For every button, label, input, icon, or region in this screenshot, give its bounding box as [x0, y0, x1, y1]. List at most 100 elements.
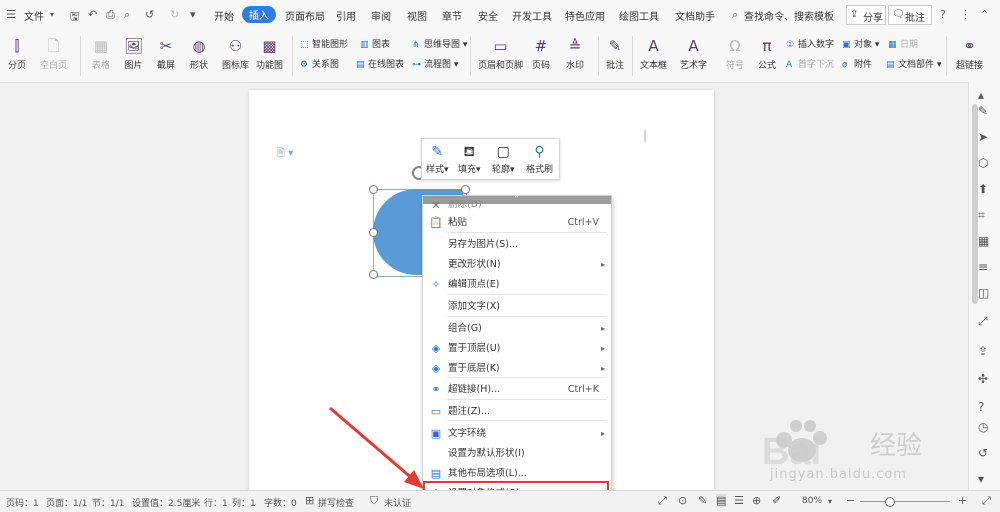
status-pages[interactable]: 页面：1/1	[46, 496, 88, 509]
ribbon-button-5[interactable]: ◍ 形状	[190, 34, 208, 71]
status-row[interactable]: 行：1	[204, 496, 228, 509]
hamburger-icon[interactable]: ☰	[6, 8, 16, 21]
upload-icon[interactable]: ⇪	[978, 344, 988, 358]
smart-shape-button[interactable]: ⬚ 智能图形	[300, 37, 348, 50]
clock-icon[interactable]: ◷	[978, 420, 988, 434]
status-setting[interactable]: 设置值：2.5厘米	[132, 496, 200, 509]
menu-tab-5[interactable]: 视图	[407, 8, 427, 23]
comment-button[interactable]: 🗨 批注	[888, 5, 932, 25]
flowchart-button[interactable]: ⊶ 流程图 ▾	[412, 57, 458, 70]
zoom-out-icon[interactable]: −	[846, 494, 855, 507]
share-button[interactable]: ⇪ 分享	[846, 5, 886, 25]
menu-tab-7[interactable]: 安全	[478, 8, 498, 23]
resize-handle[interactable]	[369, 228, 378, 237]
menu-item-9[interactable]: ▭ 题注(Z)...	[423, 402, 611, 422]
date-button[interactable]: ▦ 日期	[888, 37, 918, 50]
status-spellcheck[interactable]: 拼写检查	[318, 496, 354, 509]
ribbon-button-11[interactable]: ✎ 批注	[606, 34, 624, 71]
ribbon-button-16[interactable]: ⚭ 超链接	[956, 34, 983, 71]
zoom-in-icon[interactable]: +	[958, 494, 967, 507]
ribbon-button-14[interactable]: Ω 符号	[726, 34, 744, 71]
zoom-level[interactable]: 80%	[802, 496, 822, 506]
zoom-slider-track[interactable]	[860, 501, 950, 502]
crop-icon[interactable]: ⌗	[978, 208, 985, 223]
print-icon[interactable]: ⎙	[106, 8, 115, 22]
select-icon[interactable]: ⬆	[978, 182, 988, 196]
chart-button[interactable]: ▥ 图表	[360, 37, 390, 50]
file-menu[interactable]: 文件	[24, 8, 44, 23]
protect-eye-icon[interactable]: ✎	[698, 494, 707, 507]
menu-tab-2[interactable]: 页面布局	[285, 8, 325, 23]
help-circle-icon[interactable]: ?	[978, 400, 984, 414]
attachment-button[interactable]: ⌀ 附件	[842, 57, 872, 70]
ribbon-button-4[interactable]: ✂ 截屏	[157, 34, 175, 71]
resize-handle[interactable]	[369, 270, 378, 279]
collapse-icon[interactable]: ⌃	[980, 8, 989, 21]
adjust-icon[interactable]: ≡	[978, 260, 988, 274]
save-icon[interactable]: 🖫	[70, 8, 79, 27]
more-icon[interactable]: ▾	[190, 8, 196, 21]
preview-icon[interactable]: ⌕	[124, 8, 130, 22]
ribbon-button-12[interactable]: A 文本框	[640, 34, 667, 71]
history-icon[interactable]: ↺	[978, 446, 988, 460]
menu-item-5[interactable]: 组合(G) ▸	[423, 319, 611, 339]
ribbon-button-6[interactable]: ⚇ 图标库	[222, 34, 249, 71]
menu-item-delete[interactable]: ✕ 删除(D)	[423, 200, 611, 210]
focus-mode-icon[interactable]: ⊙	[678, 494, 687, 507]
menu-tab-3[interactable]: 引用	[336, 8, 356, 23]
resize-handle[interactable]	[461, 185, 470, 194]
ribbon-button-0[interactable]: ⫿ 分页	[8, 34, 26, 71]
ribbon-button-1[interactable]: 🗋 空白页	[40, 34, 67, 71]
menu-item-3[interactable]: ✧ 编辑顶点(E)	[423, 275, 611, 295]
outline-button[interactable]: ▢ 轮廓▾	[492, 142, 515, 175]
paragraph-icon[interactable]: 🗎 ▾	[277, 146, 293, 163]
web-view-icon[interactable]: ⊕	[752, 494, 761, 507]
redo-arrow-icon[interactable]: ↻	[170, 8, 179, 21]
grid-icon[interactable]: ▦	[978, 234, 989, 248]
menu-tab-6[interactable]: 章节	[442, 8, 462, 23]
fill-button[interactable]: ⛾ 填充▾	[458, 142, 481, 175]
ribbon-button-13[interactable]: A 艺术字	[680, 34, 707, 71]
menu-item-11[interactable]: 设置为默认形状(I)	[423, 444, 611, 464]
menu-tab-1[interactable]: 插入	[242, 6, 276, 23]
zoom-dropdown-icon[interactable]: ▾	[828, 497, 832, 506]
status-auth[interactable]: 未认证	[384, 496, 411, 509]
shapes-icon[interactable]: ⬡	[978, 156, 988, 170]
menu-tab-10[interactable]: 绘图工具	[619, 8, 659, 23]
scroll-up-icon[interactable]: ▴	[978, 88, 984, 102]
fullscreen-icon[interactable]: ⤢	[658, 494, 667, 508]
style-button[interactable]: ✎ 样式▾	[426, 142, 449, 175]
tools-icon[interactable]: ✣	[978, 372, 988, 386]
menu-tab-8[interactable]: 开发工具	[512, 8, 552, 23]
menu-tab-4[interactable]: 审阅	[371, 8, 391, 23]
status-words[interactable]: 字数：0	[264, 496, 297, 509]
status-section[interactable]: 节：1/1	[92, 496, 125, 509]
pen-icon[interactable]: ✎	[978, 104, 988, 118]
menu-item-1[interactable]: 另存为图片(S)...	[423, 235, 611, 255]
relation-button[interactable]: ⚙ 关系图	[300, 57, 339, 70]
expand-corner-icon[interactable]: ⤢	[982, 494, 991, 508]
mind-map-button[interactable]: ⋔ 思维导图 ▾	[412, 37, 467, 50]
menu-item-0[interactable]: 📋 粘贴 Ctrl+V	[423, 213, 611, 233]
ribbon-button-2[interactable]: ▦ 表格	[92, 34, 110, 71]
doc-parts-button[interactable]: ▤ 文档部件 ▾	[886, 57, 941, 70]
ribbon-button-15[interactable]: π 公式	[758, 34, 776, 71]
status-col[interactable]: 列：1	[232, 496, 256, 509]
ribbon-button-8[interactable]: ▭ 页眉和页脚	[478, 34, 523, 71]
zoom-slider-thumb[interactable]	[885, 497, 895, 507]
search-icon[interactable]: ⌕	[732, 8, 738, 22]
insert-number-button[interactable]: ① 插入数字	[786, 37, 834, 50]
menu-item-2[interactable]: 更改形状(N) ▸	[423, 255, 611, 275]
undo-arrow-icon[interactable]: ↺	[145, 8, 154, 21]
ribbon-button-10[interactable]: ≜ 水印	[566, 34, 584, 71]
undo-icon[interactable]: ↶	[88, 8, 97, 21]
read-mode-icon[interactable]: ✐	[772, 494, 781, 507]
cursor-icon[interactable]: ➤	[978, 130, 988, 144]
menu-item-8[interactable]: ⚭ 超链接(H)... Ctrl+K	[423, 380, 611, 400]
menu-tab-9[interactable]: 特色应用	[565, 8, 605, 23]
menu-item-6[interactable]: ◈ 置于顶层(U) ▸	[423, 339, 611, 359]
menu-tab-11[interactable]: 文档助手	[675, 8, 715, 23]
menu-item-10[interactable]: ▣ 文字环绕 ▸	[423, 424, 611, 444]
layers-icon[interactable]: ◫	[978, 286, 989, 300]
ribbon-button-3[interactable]: 🖼 图片	[124, 34, 143, 71]
